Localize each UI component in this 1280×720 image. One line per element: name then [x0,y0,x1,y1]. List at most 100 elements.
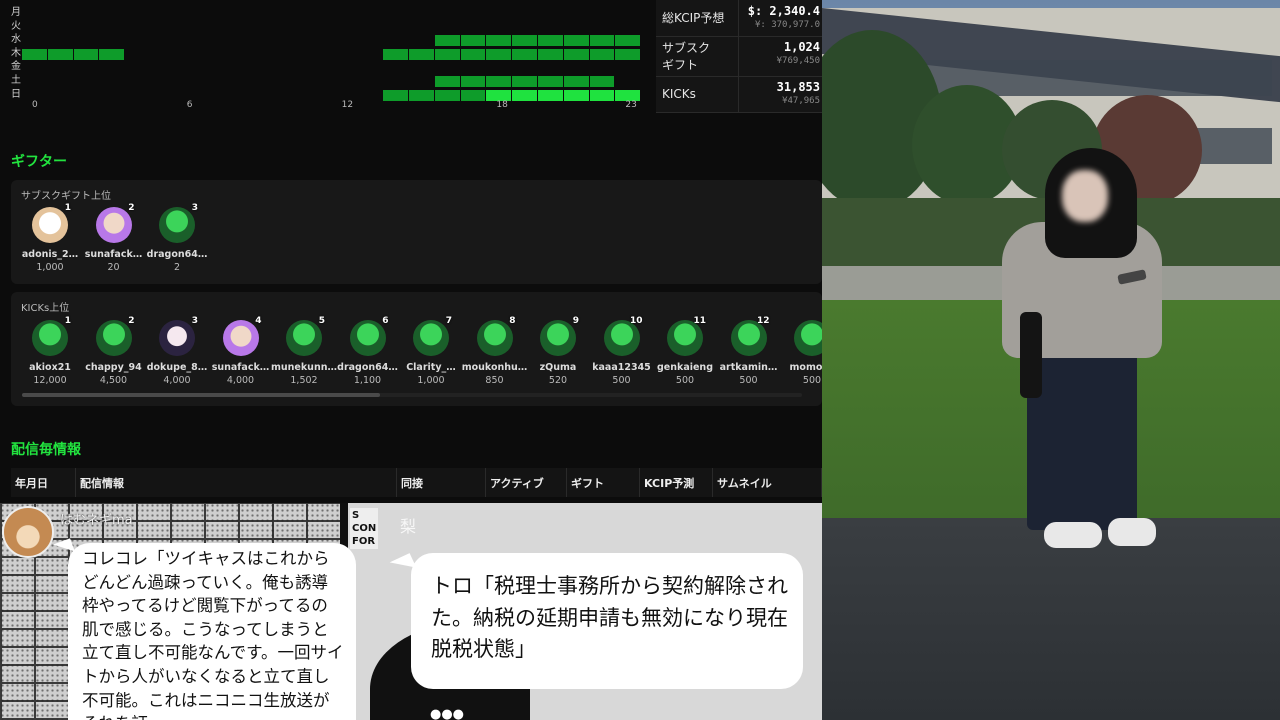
col-gift[interactable]: ギフト [566,468,640,497]
gifter-card[interactable]: 9 zQuma 520 [525,316,591,386]
gifter-card[interactable]: momose 500 [779,320,822,386]
gifter-card[interactable]: 11 genkaieng 500 [652,316,718,386]
kcip-row-label: サブスク ギフト [662,41,711,73]
gifter-name[interactable]: munekunn… [271,362,337,373]
heatmap-cell [512,48,537,60]
gifter-name[interactable]: dragon64… [335,362,401,373]
gifter-card[interactable]: 12 artkamin… 500 [716,316,782,386]
gifter-card[interactable]: 1 adonis_2… 1,000 [17,203,83,273]
gifter-name[interactable]: artkamin… [716,362,782,373]
gifter-card[interactable]: 1 akiox21 12,000 [17,316,83,386]
kcip-row: サブスク ギフト 1,024 ¥769,450 [656,36,822,77]
heatmap-cell [512,89,537,101]
gifter-name[interactable]: adonis_2… [17,249,83,260]
avatar[interactable]: 8 [476,316,516,356]
avatar[interactable]: 1 [32,316,71,356]
heatmap-cell [383,89,408,101]
col-viewers[interactable]: 同接 [396,468,486,497]
kcip-row-yen: ¥769,450 [776,56,820,66]
gifters-title: ギフター [11,154,67,170]
kcip-separator [738,36,739,76]
gifter-card[interactable]: 10 kaaa12345 500 [589,316,655,386]
person-shoe [1044,522,1102,548]
avatar[interactable]: 3 [159,203,198,243]
avatar[interactable] [794,320,822,356]
avatar[interactable]: 7 [413,316,452,356]
person-bag [1020,312,1042,398]
rank-badge: 2 [128,203,135,213]
avatar[interactable]: 4 [222,316,262,356]
heatmap-cell [460,35,486,47]
gifter-card[interactable]: 2 sunafack… 20 [81,203,147,273]
gifter-name[interactable]: sunafack… [208,362,274,373]
col-kcip[interactable]: KCIP予測 [639,468,713,497]
heatmap-cell [434,48,460,60]
avatar[interactable]: 9 [540,316,579,356]
heatmap-cell [615,89,641,101]
gifter-amount: 500 [802,375,822,386]
heatmap-cell [563,89,589,101]
heatmap-cell [73,48,99,60]
gifter-card[interactable]: 2 chappy_94 4,500 [81,316,147,386]
heatmap-cell [383,48,408,60]
avatar[interactable]: 11 [667,316,706,356]
kcip-row-value: 31,853 [776,80,820,94]
gifter-name[interactable]: akiox21 [17,362,83,373]
col-active[interactable]: アクティブ [485,468,567,497]
gifter-name[interactable]: momose [779,362,822,373]
kcip-separator [738,76,739,112]
heatmap-cell [563,76,589,87]
gifter-card[interactable]: 5 munekunn… 1,502 [271,316,337,386]
gifter-name[interactable]: dragon64… [144,249,210,260]
avatar[interactable]: 10 [603,316,643,356]
kcip-separator [738,0,739,36]
comic-panel: S CON FOR 梨 はむネギma コレコレ「ツイキャスはこれからどんどん過疎… [0,503,822,720]
col-date[interactable]: 年月日 [11,468,76,497]
stream-dashboard: 月火水木金土日 0 6 12 18 23 総KCIP予想 $: 2,340.4 ¥: 370,… [0,0,822,503]
gifter-card[interactable]: 6 dragon64… 1,100 [335,316,401,386]
kicks-scrollbar-thumb[interactable] [22,393,380,397]
avatar[interactable]: 6 [349,316,389,356]
rank-badge: 1 [64,316,71,326]
gifter-name[interactable]: chappy_94 [81,362,147,373]
comic-sign: S CON FOR [350,508,379,549]
gifter-name[interactable]: kaaa12345 [589,362,655,373]
gifter-card[interactable]: 4 sunafack… 4,000 [208,316,274,386]
heatmap-cell [434,76,460,87]
avatar[interactable]: 5 [286,316,325,356]
gifter-card[interactable]: 3 dragon64… 2 [144,203,210,273]
gifter-name[interactable]: moukonhu… [462,362,528,373]
hamster-avatar [2,506,54,558]
streams-title: 配信毎情報 [11,442,81,458]
gifter-card[interactable]: 8 moukonhu… 850 [462,316,528,386]
avatar[interactable]: 12 [730,316,770,356]
gifter-card[interactable]: 7 Clarity_… 1,000 [398,316,464,386]
rank-badge: 3 [191,316,198,326]
col-thumbnail[interactable]: サムネイル [712,468,822,497]
gifter-amount: 2 [173,262,181,273]
avatar[interactable]: 2 [95,203,135,243]
person-face-blurred [1062,170,1108,222]
heatmap-hour-tick: 12 [341,100,354,110]
gifter-card[interactable]: 3 dokupe_8… 4,000 [144,316,210,386]
heatmap-cell [486,35,512,47]
kicks-scrollbar[interactable] [22,393,802,397]
avatar[interactable]: 3 [159,316,198,356]
col-stream-info[interactable]: 配信情報 [75,468,397,497]
gifter-name[interactable]: dokupe_8… [144,362,210,373]
heatmap-cell [486,89,512,101]
rank-badge: 10 [629,316,643,326]
gifter-name[interactable]: Clarity_… [398,362,464,373]
heatmap-cell [538,76,563,87]
rank-badge: 1 [64,203,71,213]
gifter-name[interactable]: genkaieng [652,362,718,373]
avatar[interactable]: 1 [32,203,71,243]
heatmap-cell [409,89,434,101]
gifter-amount: 850 [485,375,504,386]
gifter-name[interactable]: zQuma [525,362,591,373]
gifter-amount: 4,000 [226,375,255,386]
speaker-name: はむネギma [60,513,133,528]
avatar[interactable]: 2 [95,316,135,356]
kcip-row: 総KCIP予想 $: 2,340.4 ¥: 370,977.0 [656,0,822,37]
gifter-name[interactable]: sunafack… [81,249,147,260]
